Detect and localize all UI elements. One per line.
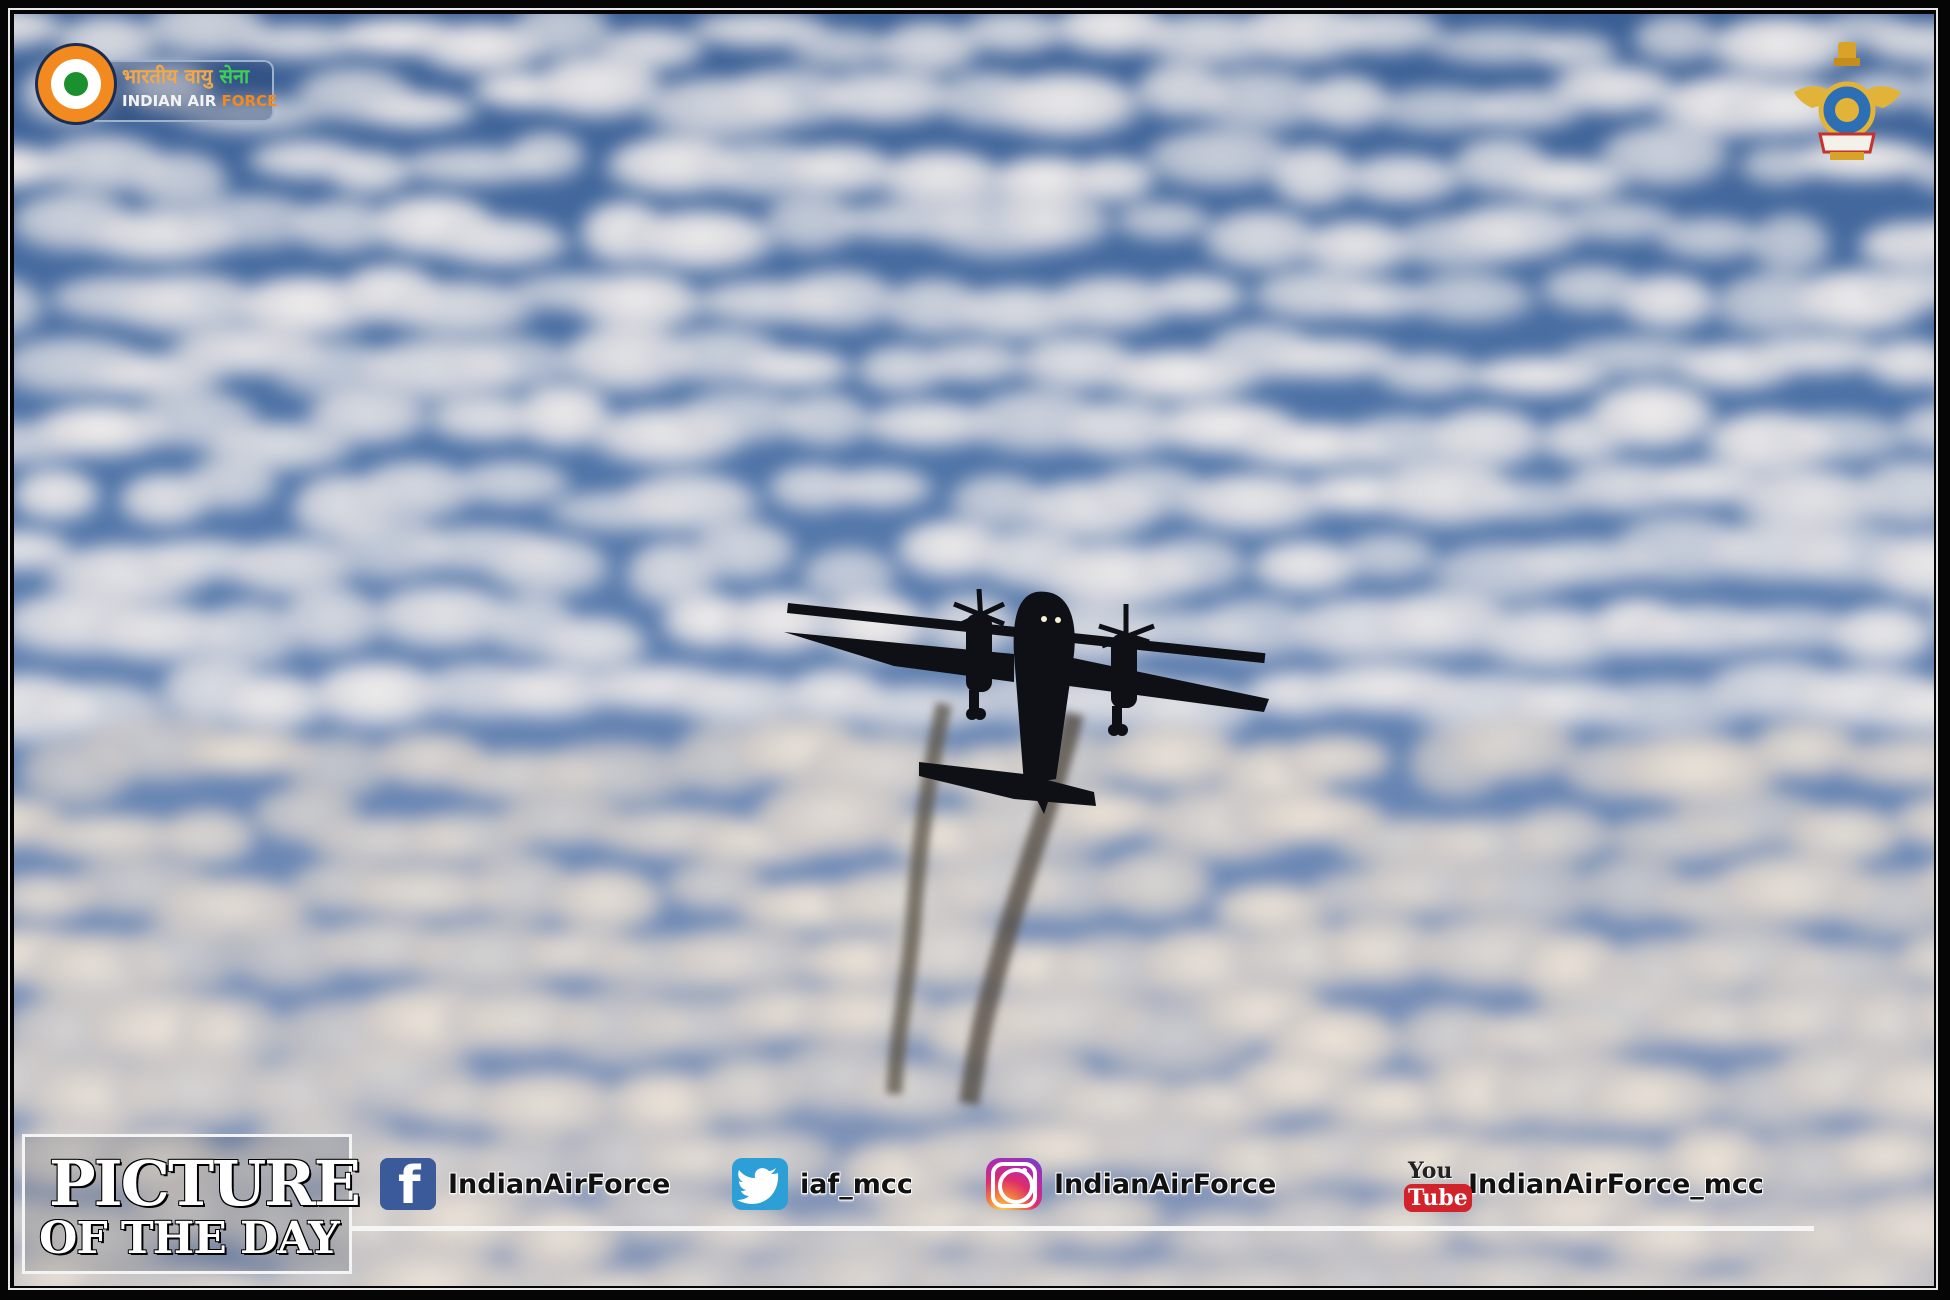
social-instagram[interactable]: IndianAirForce: [986, 1156, 1276, 1212]
cloud-puff: [1339, 154, 1466, 211]
cloud-puff: [1095, 848, 1216, 924]
cloud-puff: [1111, 201, 1216, 246]
cloud-puff: [731, 348, 857, 394]
cloud-puff: [1747, 213, 1834, 283]
cloud-puff: [991, 195, 1115, 257]
cloud-puff: [431, 218, 573, 274]
iaf-crest-icon: [1794, 42, 1901, 160]
sky-scene: [14, 14, 1934, 1286]
cloud-puff: [1335, 533, 1441, 586]
cloud-puff: [1907, 67, 1934, 125]
badge-line-1: PICTURE: [49, 1147, 361, 1220]
youtube-badge-you: You: [1408, 1158, 1453, 1184]
banner-divider: [352, 1226, 1814, 1231]
twitter-handle: iaf_mcc: [800, 1168, 913, 1200]
cloud-puff: [1583, 382, 1720, 458]
cloud-puff: [1594, 124, 1733, 195]
iaf-logo: भारतीय वायु सेना INDIAN AIR FORCE: [24, 36, 277, 122]
social-youtube[interactable]: You Tube IndianAirForce_mcc: [1400, 1156, 1764, 1212]
cloud-puff: [916, 341, 1030, 389]
roundel-icon: [38, 46, 114, 122]
facebook-handle: IndianAirForce: [448, 1168, 671, 1200]
poster-frame: भारतीय वायु सेना INDIAN AIR FORCE PICTUR…: [0, 0, 1950, 1300]
cloud-puff: [352, 91, 481, 135]
cloud-puff: [984, 72, 1145, 146]
logo-hindi-part1: भारतीय वायु: [122, 64, 213, 88]
cloud-puff: [178, 457, 281, 517]
youtube-handle: IndianAirForce_mcc: [1468, 1168, 1764, 1200]
cloud-puff: [623, 209, 779, 278]
cloud-puff: [1133, 536, 1251, 600]
logo-english-part2: FORCE: [221, 92, 278, 110]
cloud-puff: [1760, 412, 1913, 470]
cloud-puff: [1276, 733, 1395, 788]
cloud-puff: [544, 867, 666, 937]
youtube-icon: You Tube: [1400, 1158, 1472, 1212]
cloud-puff: [1570, 1063, 1731, 1136]
cloud-puff: [826, 467, 936, 515]
logo-english-text: INDIAN AIR FORCE: [122, 92, 277, 110]
cloud-puff: [119, 917, 244, 1000]
logo-hindi-text: भारतीय वायु सेना: [122, 62, 249, 89]
cloud-puff: [1144, 274, 1249, 322]
cloud-puff: [1400, 273, 1539, 330]
logo-hindi-part2: सेना: [219, 64, 250, 88]
picture-of-the-day-badge: PICTURE OF THE DAY: [22, 1134, 361, 1274]
cloud-puff: [14, 279, 47, 343]
instagram-handle: IndianAirForce: [1054, 1168, 1277, 1200]
cloud-puff: [1615, 273, 1720, 337]
cloud-puff: [302, 389, 432, 452]
social-facebook[interactable]: f IndianAirForce: [380, 1156, 670, 1212]
facebook-icon: f: [380, 1158, 436, 1212]
cloud-puff: [14, 469, 103, 528]
cloud-puff: [503, 131, 589, 187]
cloud-puff: [482, 536, 613, 605]
cloud-puff: [1825, 606, 1934, 672]
youtube-badge-tube: Tube: [1404, 1184, 1472, 1212]
logo-english-part1: INDIAN AIR: [122, 92, 217, 110]
twitter-icon: [732, 1158, 788, 1210]
sky-photo: [14, 14, 1934, 1286]
social-twitter[interactable]: iaf_mcc: [732, 1156, 913, 1212]
instagram-icon: [986, 1158, 1042, 1210]
cloud-puff: [687, 521, 800, 589]
badge-line-2: OF THE DAY: [39, 1213, 340, 1264]
